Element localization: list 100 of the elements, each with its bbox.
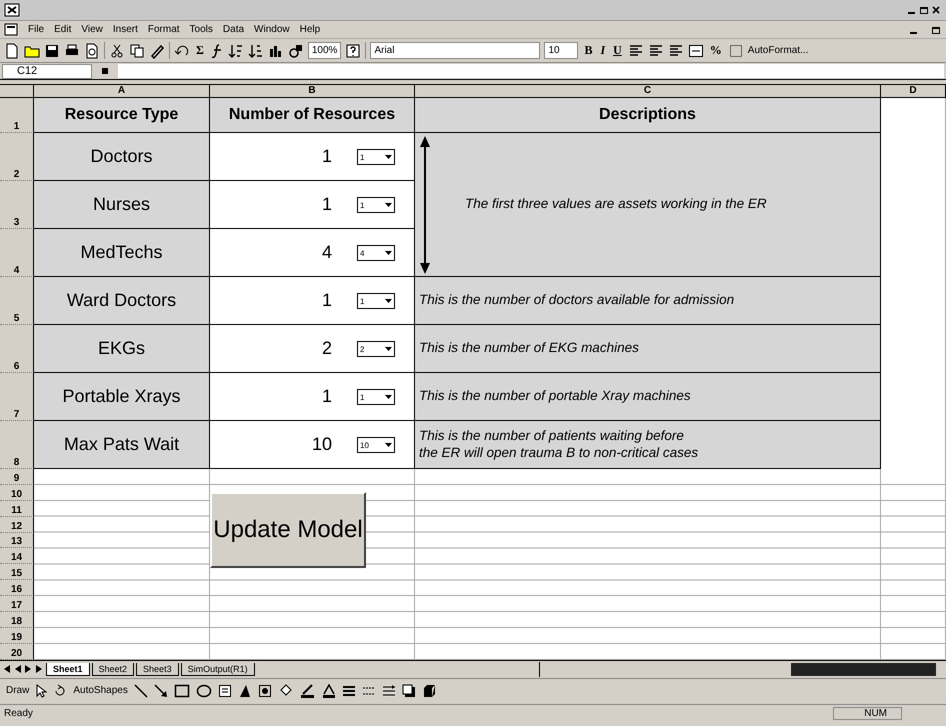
row-header[interactable]: 18	[0, 612, 34, 628]
function-icon[interactable]	[210, 42, 224, 58]
pointer-icon[interactable]	[35, 684, 48, 698]
row-header[interactable]: 6	[0, 325, 34, 373]
previous-sheet-icon[interactable]	[13, 664, 22, 674]
clip-art-icon[interactable]	[258, 684, 272, 698]
undo-icon[interactable]	[174, 42, 190, 58]
row-header[interactable]: 9	[0, 469, 34, 485]
number-dropdown[interactable]: 1	[357, 197, 395, 213]
column-header[interactable]: D	[881, 85, 946, 98]
select-all-button[interactable]	[0, 85, 34, 98]
sheet-tab[interactable]: Sheet1	[46, 662, 90, 676]
merge-center-icon[interactable]	[688, 42, 704, 58]
row-header[interactable]: 10	[0, 484, 34, 501]
column-header[interactable]: A	[34, 85, 210, 98]
row-header[interactable]: 20	[0, 644, 34, 660]
menu-item[interactable]: Tools	[190, 24, 213, 35]
row-header[interactable]: 17	[0, 596, 34, 612]
align-right-icon[interactable]	[668, 42, 684, 58]
menu-item[interactable]: Help	[300, 24, 320, 35]
copy-icon[interactable]	[129, 42, 145, 58]
draw-menu[interactable]: Draw	[6, 685, 30, 696]
row-header[interactable]: 11	[0, 500, 34, 517]
row-header[interactable]: 8	[0, 421, 34, 469]
align-center-icon[interactable]	[648, 42, 664, 58]
oval-icon[interactable]	[196, 684, 212, 698]
number-dropdown[interactable]: 10	[357, 437, 395, 453]
dropdown-arrow-icon[interactable]	[384, 202, 393, 208]
row-header[interactable]: 16	[0, 580, 34, 596]
last-sheet-icon[interactable]	[35, 664, 44, 674]
row-header[interactable]: 5	[0, 277, 34, 325]
arrow-style-icon[interactable]	[382, 684, 396, 698]
percent-button[interactable]: %	[708, 43, 724, 58]
menu-item[interactable]: Insert	[112, 24, 138, 35]
update-model-button[interactable]: Update Model	[210, 492, 366, 568]
dropdown-arrow-icon[interactable]	[384, 154, 393, 160]
autoshapes-menu[interactable]: AutoShapes	[73, 685, 128, 696]
menu-item[interactable]: Edit	[54, 24, 72, 35]
row-header[interactable]: 1	[0, 98, 34, 133]
equals-icon[interactable]	[100, 66, 110, 76]
line-icon[interactable]	[134, 684, 148, 698]
drawing-icon[interactable]	[288, 42, 304, 58]
3d-icon[interactable]	[422, 684, 436, 698]
formula-field[interactable]	[118, 64, 944, 78]
column-header[interactable]: B	[210, 85, 415, 98]
shadow-icon[interactable]	[402, 684, 416, 698]
close-icon[interactable]	[930, 4, 942, 16]
menu-item[interactable]: Format	[148, 24, 180, 35]
sheet-tab[interactable]: Sheet2	[92, 662, 134, 676]
row-header[interactable]: 12	[0, 516, 34, 533]
number-dropdown[interactable]: 1	[357, 149, 395, 165]
rotate-icon[interactable]	[53, 684, 68, 698]
bold-button[interactable]: B	[582, 43, 594, 58]
print-preview-icon[interactable]	[84, 42, 100, 58]
first-sheet-icon[interactable]	[2, 664, 11, 674]
row-header[interactable]: 7	[0, 373, 34, 421]
cut-icon[interactable]	[109, 42, 125, 58]
sheet-tab[interactable]: Sheet3	[136, 662, 179, 676]
dropdown-arrow-icon[interactable]	[384, 250, 393, 256]
row-header[interactable]: 4	[0, 229, 34, 277]
sheet-tab[interactable]: SimOutput(R1)	[180, 662, 255, 676]
name-box[interactable]: C12	[2, 64, 92, 78]
menu-item[interactable]: Window	[254, 24, 290, 35]
dropdown-arrow-icon[interactable]	[384, 442, 393, 448]
dropdown-arrow-icon[interactable]	[384, 346, 393, 352]
text-box-icon[interactable]	[218, 684, 232, 698]
line-style-icon[interactable]	[342, 684, 356, 698]
row-header[interactable]: 2	[0, 133, 34, 181]
dropdown-arrow-icon[interactable]	[384, 394, 393, 400]
italic-button[interactable]: I	[598, 43, 608, 58]
menu-item[interactable]: File	[28, 24, 44, 35]
menu-item[interactable]: Data	[222, 24, 244, 35]
rectangle-icon[interactable]	[174, 684, 190, 698]
zoom-dropdown[interactable]: 100%	[308, 42, 342, 59]
help-icon[interactable]	[345, 42, 362, 58]
new-page-icon[interactable]	[4, 42, 20, 58]
next-sheet-icon[interactable]	[24, 664, 33, 674]
autosum-button[interactable]: Σ	[194, 43, 206, 58]
row-header[interactable]: 3	[0, 181, 34, 229]
dropdown-arrow-icon[interactable]	[384, 298, 393, 304]
autoformat-button[interactable]: AutoFormat...	[748, 45, 808, 56]
font-size-dropdown[interactable]: 10	[544, 42, 578, 59]
number-dropdown[interactable]: 2	[357, 341, 395, 357]
sort-ascending-icon[interactable]	[228, 42, 244, 58]
align-left-icon[interactable]	[628, 42, 644, 58]
row-header[interactable]: 13	[0, 532, 34, 548]
sort-descending-icon[interactable]	[248, 42, 264, 58]
row-header[interactable]: 19	[0, 628, 34, 644]
font-dropdown[interactable]: Arial	[370, 42, 540, 59]
number-dropdown[interactable]: 4	[357, 245, 395, 261]
number-dropdown[interactable]: 1	[357, 293, 395, 309]
number-dropdown[interactable]: 1	[357, 389, 395, 405]
column-header[interactable]: C	[415, 85, 881, 98]
underline-button[interactable]: U	[611, 43, 624, 58]
row-header[interactable]: 14	[0, 548, 34, 564]
scrollbar-thumb[interactable]	[791, 662, 936, 676]
row-header[interactable]: 15	[0, 564, 34, 580]
borders-icon[interactable]	[728, 42, 744, 58]
arrow-icon[interactable]	[154, 684, 168, 698]
menu-item[interactable]: View	[81, 24, 103, 35]
